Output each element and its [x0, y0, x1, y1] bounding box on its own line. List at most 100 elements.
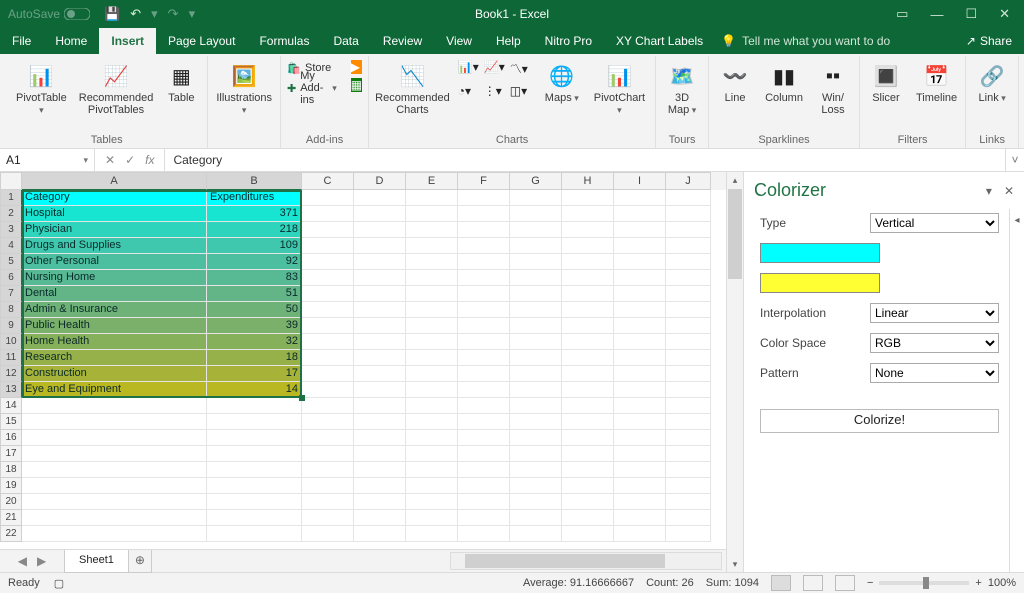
cell-J16[interactable]	[666, 430, 711, 446]
link-button[interactable]: 🔗Link	[972, 60, 1012, 106]
cell-B4[interactable]: 109	[207, 238, 302, 254]
cell-D11[interactable]	[354, 350, 406, 366]
zoom-slider[interactable]	[879, 581, 969, 585]
cell-G5[interactable]	[510, 254, 562, 270]
cell-H4[interactable]	[562, 238, 614, 254]
addin-1-icon[interactable]: ▶	[351, 60, 362, 74]
cell-I22[interactable]	[614, 526, 666, 542]
colorize-button[interactable]: Colorize!	[760, 409, 999, 433]
cell-I21[interactable]	[614, 510, 666, 526]
cell-F17[interactable]	[458, 446, 510, 462]
type-select[interactable]: Vertical	[870, 213, 999, 233]
addin-2-icon[interactable]: ▦	[351, 78, 362, 92]
cell-J17[interactable]	[666, 446, 711, 462]
cell-D7[interactable]	[354, 286, 406, 302]
view-normal-icon[interactable]	[771, 575, 791, 591]
cell-J22[interactable]	[666, 526, 711, 542]
cell-E2[interactable]	[406, 206, 458, 222]
cell-J18[interactable]	[666, 462, 711, 478]
chart-area-icon[interactable]: 〽▾	[510, 60, 534, 82]
cell-E3[interactable]	[406, 222, 458, 238]
cell-C4[interactable]	[302, 238, 354, 254]
col-D[interactable]: D	[354, 172, 406, 190]
cell-A7[interactable]: Dental	[22, 286, 207, 302]
cell-J4[interactable]	[666, 238, 711, 254]
cell-A15[interactable]	[22, 414, 207, 430]
cell-D18[interactable]	[354, 462, 406, 478]
zoom-in-icon[interactable]: +	[975, 577, 981, 589]
cell-D12[interactable]	[354, 366, 406, 382]
cell-D22[interactable]	[354, 526, 406, 542]
cell-A20[interactable]	[22, 494, 207, 510]
cell-B17[interactable]	[207, 446, 302, 462]
cell-D13[interactable]	[354, 382, 406, 398]
pane-menu-icon[interactable]: ▾	[986, 184, 992, 198]
col-B[interactable]: B	[207, 172, 302, 190]
cell-E11[interactable]	[406, 350, 458, 366]
cell-H15[interactable]	[562, 414, 614, 430]
expand-formula-icon[interactable]: ˅	[1005, 149, 1024, 171]
cell-I9[interactable]	[614, 318, 666, 334]
sparkline-winloss-button[interactable]: ▪▪Win/ Loss	[813, 60, 853, 118]
status-recorder-icon[interactable]: ▢	[54, 577, 64, 590]
cell-J14[interactable]	[666, 398, 711, 414]
cell-J12[interactable]	[666, 366, 711, 382]
sparkline-column-button[interactable]: ▮▮Column	[763, 60, 805, 106]
cell-B8[interactable]: 50	[207, 302, 302, 318]
cell-J13[interactable]	[666, 382, 711, 398]
cell-F2[interactable]	[458, 206, 510, 222]
cell-A14[interactable]	[22, 398, 207, 414]
redo-icon[interactable]: ↷	[168, 6, 179, 22]
vertical-scrollbar[interactable]: ▴▾	[726, 172, 743, 572]
cell-F12[interactable]	[458, 366, 510, 382]
color-top-swatch[interactable]	[760, 243, 880, 263]
cell-D9[interactable]	[354, 318, 406, 334]
cell-D2[interactable]	[354, 206, 406, 222]
cell-C5[interactable]	[302, 254, 354, 270]
select-all-corner[interactable]	[0, 172, 22, 190]
col-C[interactable]: C	[302, 172, 354, 190]
cell-E22[interactable]	[406, 526, 458, 542]
cell-D15[interactable]	[354, 414, 406, 430]
cell-J15[interactable]	[666, 414, 711, 430]
formula-input[interactable]: Category	[165, 149, 1005, 171]
cell-G8[interactable]	[510, 302, 562, 318]
cell-I1[interactable]	[614, 190, 666, 206]
cell-G3[interactable]	[510, 222, 562, 238]
name-box[interactable]: A1▾	[0, 149, 95, 171]
row-13[interactable]: 13	[0, 382, 22, 398]
cell-J20[interactable]	[666, 494, 711, 510]
cell-C12[interactable]	[302, 366, 354, 382]
cell-I20[interactable]	[614, 494, 666, 510]
cell-A1[interactable]: Category	[22, 190, 207, 206]
tab-view[interactable]: View	[434, 28, 484, 54]
cell-B12[interactable]: 17	[207, 366, 302, 382]
cell-A10[interactable]: Home Health	[22, 334, 207, 350]
row-17[interactable]: 17	[0, 446, 22, 462]
cell-G2[interactable]	[510, 206, 562, 222]
cell-B9[interactable]: 39	[207, 318, 302, 334]
cell-F8[interactable]	[458, 302, 510, 318]
cell-C9[interactable]	[302, 318, 354, 334]
pattern-select[interactable]: None	[870, 363, 999, 383]
tab-insert[interactable]: Insert	[99, 28, 156, 54]
cell-I12[interactable]	[614, 366, 666, 382]
undo-icon[interactable]: ↶	[130, 6, 141, 22]
cell-G6[interactable]	[510, 270, 562, 286]
cell-H20[interactable]	[562, 494, 614, 510]
cell-D1[interactable]	[354, 190, 406, 206]
cell-G20[interactable]	[510, 494, 562, 510]
undo-dd-icon[interactable]: ▾	[151, 6, 158, 22]
cell-A16[interactable]	[22, 430, 207, 446]
cell-G12[interactable]	[510, 366, 562, 382]
cell-F13[interactable]	[458, 382, 510, 398]
chart-pie-icon[interactable]: ◔▾	[458, 84, 482, 106]
cell-I3[interactable]	[614, 222, 666, 238]
cell-H18[interactable]	[562, 462, 614, 478]
view-layout-icon[interactable]	[803, 575, 823, 591]
cell-D20[interactable]	[354, 494, 406, 510]
cell-A9[interactable]: Public Health	[22, 318, 207, 334]
tab-home[interactable]: Home	[43, 28, 99, 54]
cell-H7[interactable]	[562, 286, 614, 302]
cell-F4[interactable]	[458, 238, 510, 254]
